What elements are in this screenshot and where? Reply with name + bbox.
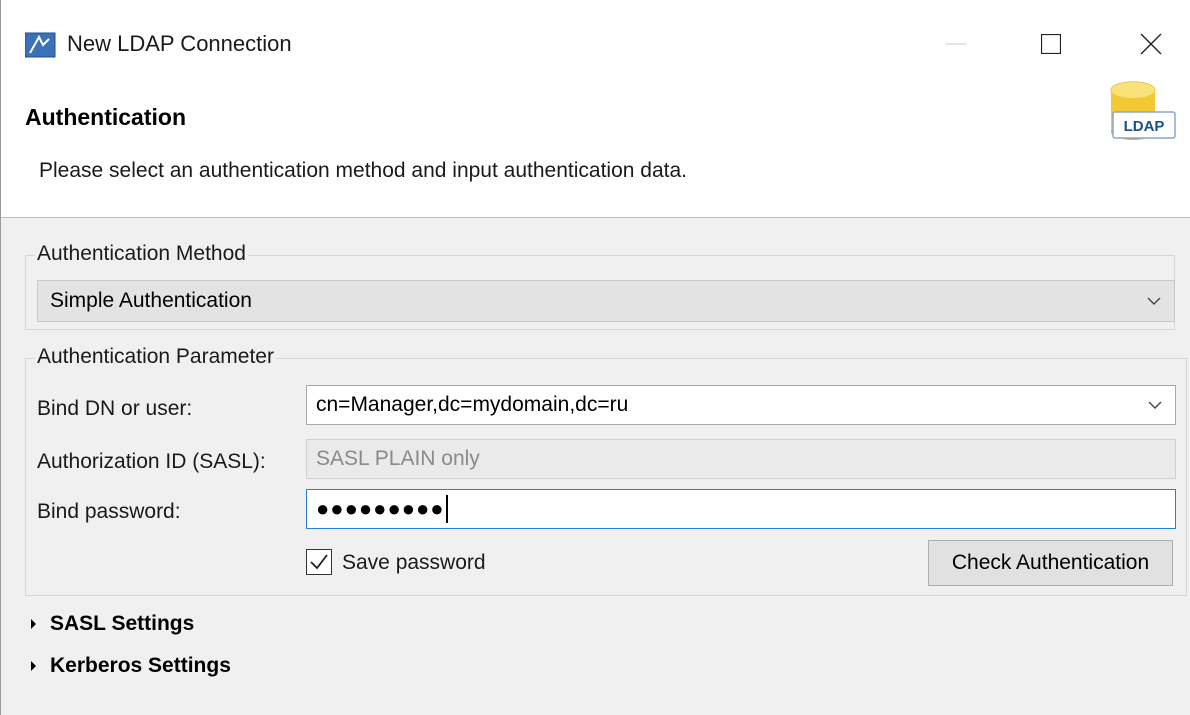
minimize-button[interactable]: [926, 22, 986, 66]
checkmark-icon: [310, 554, 328, 570]
maximize-icon: [1041, 34, 1061, 54]
bind-password-label: Bind password:: [37, 500, 181, 523]
page-description: Please select an authentication method a…: [39, 159, 687, 182]
authentication-method-legend: Authentication Method: [35, 242, 248, 266]
wizard-header: Authentication Please select an authenti…: [1, 81, 1190, 218]
maximize-button[interactable]: [1021, 22, 1081, 66]
minimize-icon: [946, 43, 966, 45]
kerberos-settings-label: Kerberos Settings: [50, 654, 231, 677]
close-button[interactable]: [1121, 22, 1181, 66]
bind-dn-value: cn=Manager,dc=mydomain,dc=ru: [316, 393, 629, 416]
authentication-method-select[interactable]: Simple Authentication: [37, 280, 1175, 322]
password-mask: ●●●●●●●●●: [316, 496, 445, 521]
expand-triangle-icon: [31, 619, 36, 629]
ldap-logo-label: LDAP: [1124, 118, 1165, 135]
authorization-id-placeholder: SASL PLAIN only: [316, 447, 480, 470]
sasl-settings-expander[interactable]: SASL Settings: [31, 612, 194, 636]
sasl-settings-label: SASL Settings: [50, 612, 195, 635]
ldap-database-icon: LDAP: [1110, 81, 1176, 140]
authorization-id-field[interactable]: SASL PLAIN only: [306, 439, 1176, 479]
chevron-down-icon: [1148, 401, 1162, 409]
authentication-method-value: Simple Authentication: [50, 289, 252, 312]
close-icon: [1140, 33, 1162, 55]
authorization-id-label: Authorization ID (SASL):: [37, 450, 266, 473]
bind-dn-combo[interactable]: cn=Manager,dc=mydomain,dc=ru: [306, 385, 1176, 425]
authentication-parameter-legend: Authentication Parameter: [35, 345, 276, 369]
bind-dn-label: Bind DN or user:: [37, 397, 193, 420]
title-bar: New LDAP Connection: [1, 0, 1190, 88]
dialog-window: New LDAP Connection Authentication Pleas…: [0, 0, 1190, 715]
window-title: New LDAP Connection: [67, 31, 292, 56]
ldap-app-icon: [25, 32, 56, 58]
save-password-checkbox[interactable]: [306, 549, 332, 575]
bind-password-field[interactable]: ●●●●●●●●●: [306, 489, 1176, 529]
page-title: Authentication: [25, 104, 186, 130]
text-cursor: [445, 495, 448, 523]
expand-triangle-icon: [31, 661, 36, 671]
chevron-down-icon: [1147, 297, 1161, 305]
kerberos-settings-expander[interactable]: Kerberos Settings: [31, 654, 231, 678]
check-authentication-button[interactable]: Check Authentication: [928, 540, 1173, 586]
save-password-label[interactable]: Save password: [342, 551, 486, 575]
